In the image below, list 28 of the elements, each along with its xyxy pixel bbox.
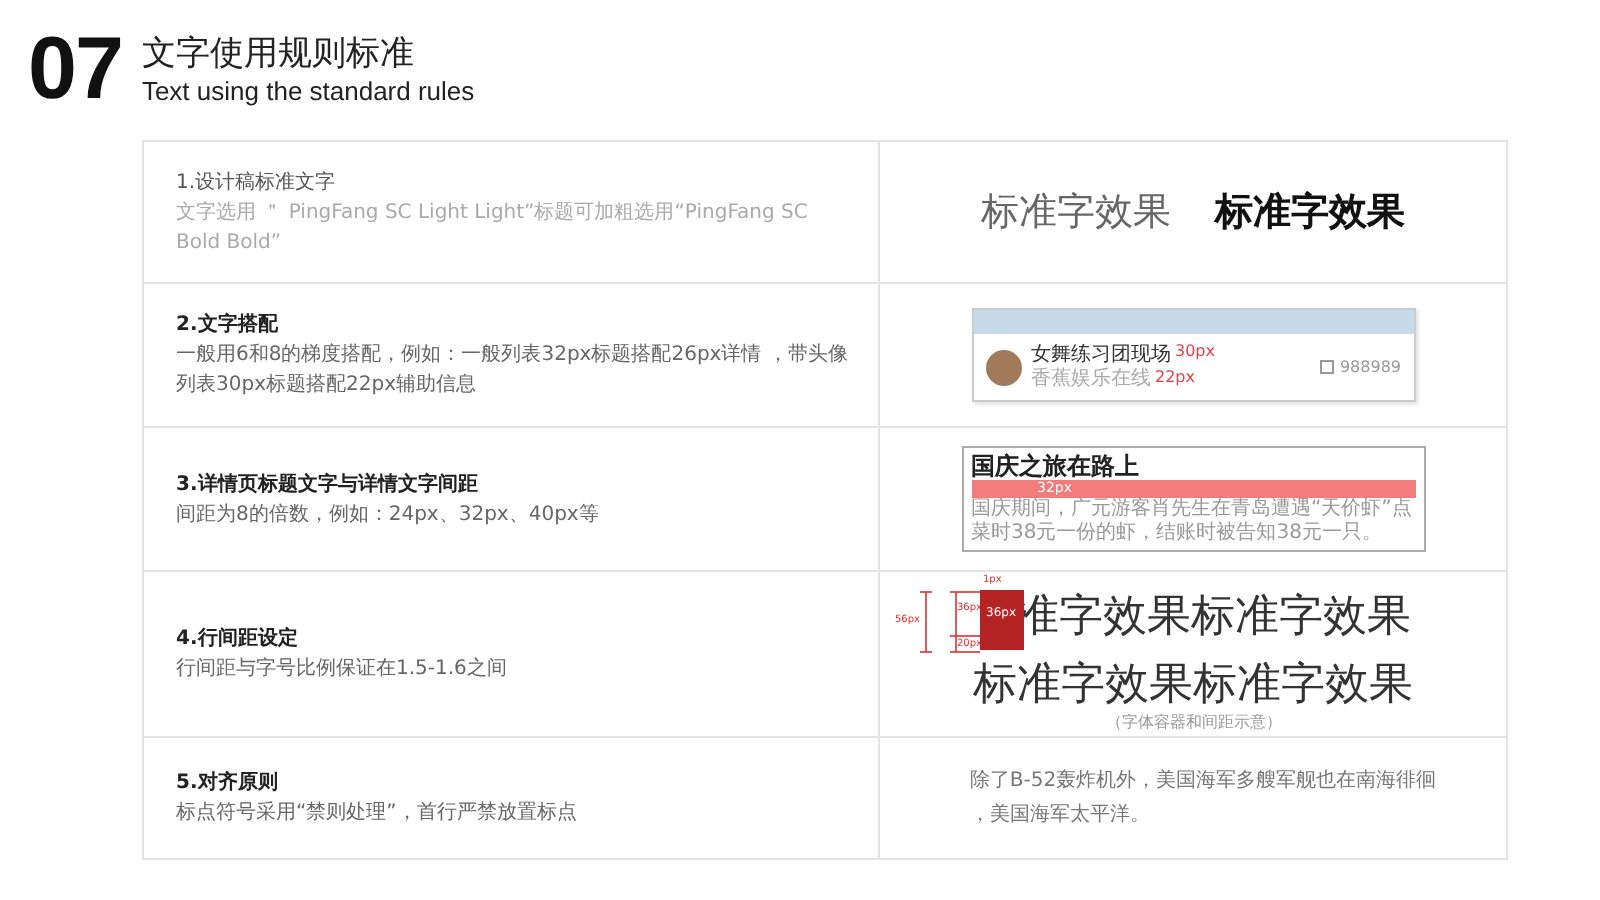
- caption: （字体容器和间距示意）: [1105, 714, 1281, 732]
- size-label: 30px: [1175, 342, 1215, 362]
- light-sample-text: 标准字效果: [981, 188, 1171, 238]
- avatar-icon: [985, 349, 1021, 385]
- rule-title: 5.对齐原则: [176, 768, 280, 798]
- rule-title: 4.行间距设定: [176, 624, 300, 654]
- rule-description: 行间距与字号比例保证在1.5-1.6之间: [176, 655, 509, 684]
- view-count: 988989: [1339, 358, 1401, 376]
- sample-paragraph-line: 除了B-52轰炸机外，美国海军多艘军舰也在南海徘徊: [969, 767, 1437, 796]
- size-label: 22px: [1155, 368, 1195, 388]
- square-icon: [1319, 360, 1334, 374]
- sample-paragraph-line: ，美国海军太平洋。: [969, 801, 1152, 830]
- rule-title: 2.文字搭配: [176, 310, 280, 340]
- section-title: 文字使用规则标准: [141, 32, 416, 76]
- rule-title: 3.详情页标题文字与详情文字间距: [176, 470, 480, 499]
- section-number: 07: [28, 26, 122, 114]
- bold-sample-text: 标准字效果: [1215, 188, 1405, 238]
- list-item-title: 女舞练习团现场: [1031, 342, 1171, 367]
- detail-title: 国庆之旅在路上: [971, 452, 1141, 480]
- rule-title: 1.设计稿标准文字: [176, 169, 338, 197]
- rule-description: 标点符号采用“禁则处理”，首行严禁放置标点: [176, 799, 579, 828]
- rule-description: 文字选用 ＂ PingFang SC Light Light”标题可加粗选用“PingFang SC Bold Bold”: [176, 199, 810, 257]
- section-subtitle: Text using the standard rules: [141, 76, 475, 108]
- detail-body-text: 国庆期间，广元游客肖先生在青岛遭遇“天价虾”点菜时38元一份的虾，结账时被告知38元一只。: [971, 498, 1414, 546]
- rule-description: 一般用6和8的梯度搭配，例如：一般列表32px标题搭配26px详情 ，带头像列表30px标题搭配22px辅助信息: [176, 341, 850, 400]
- rule-description: 间距为8的倍数，例如：24px、32px、40px等: [176, 501, 601, 529]
- sample-text-line: 标准字效果标准字效果: [973, 658, 1413, 712]
- list-item-subtitle: 香蕉娱乐在线: [1031, 368, 1151, 392]
